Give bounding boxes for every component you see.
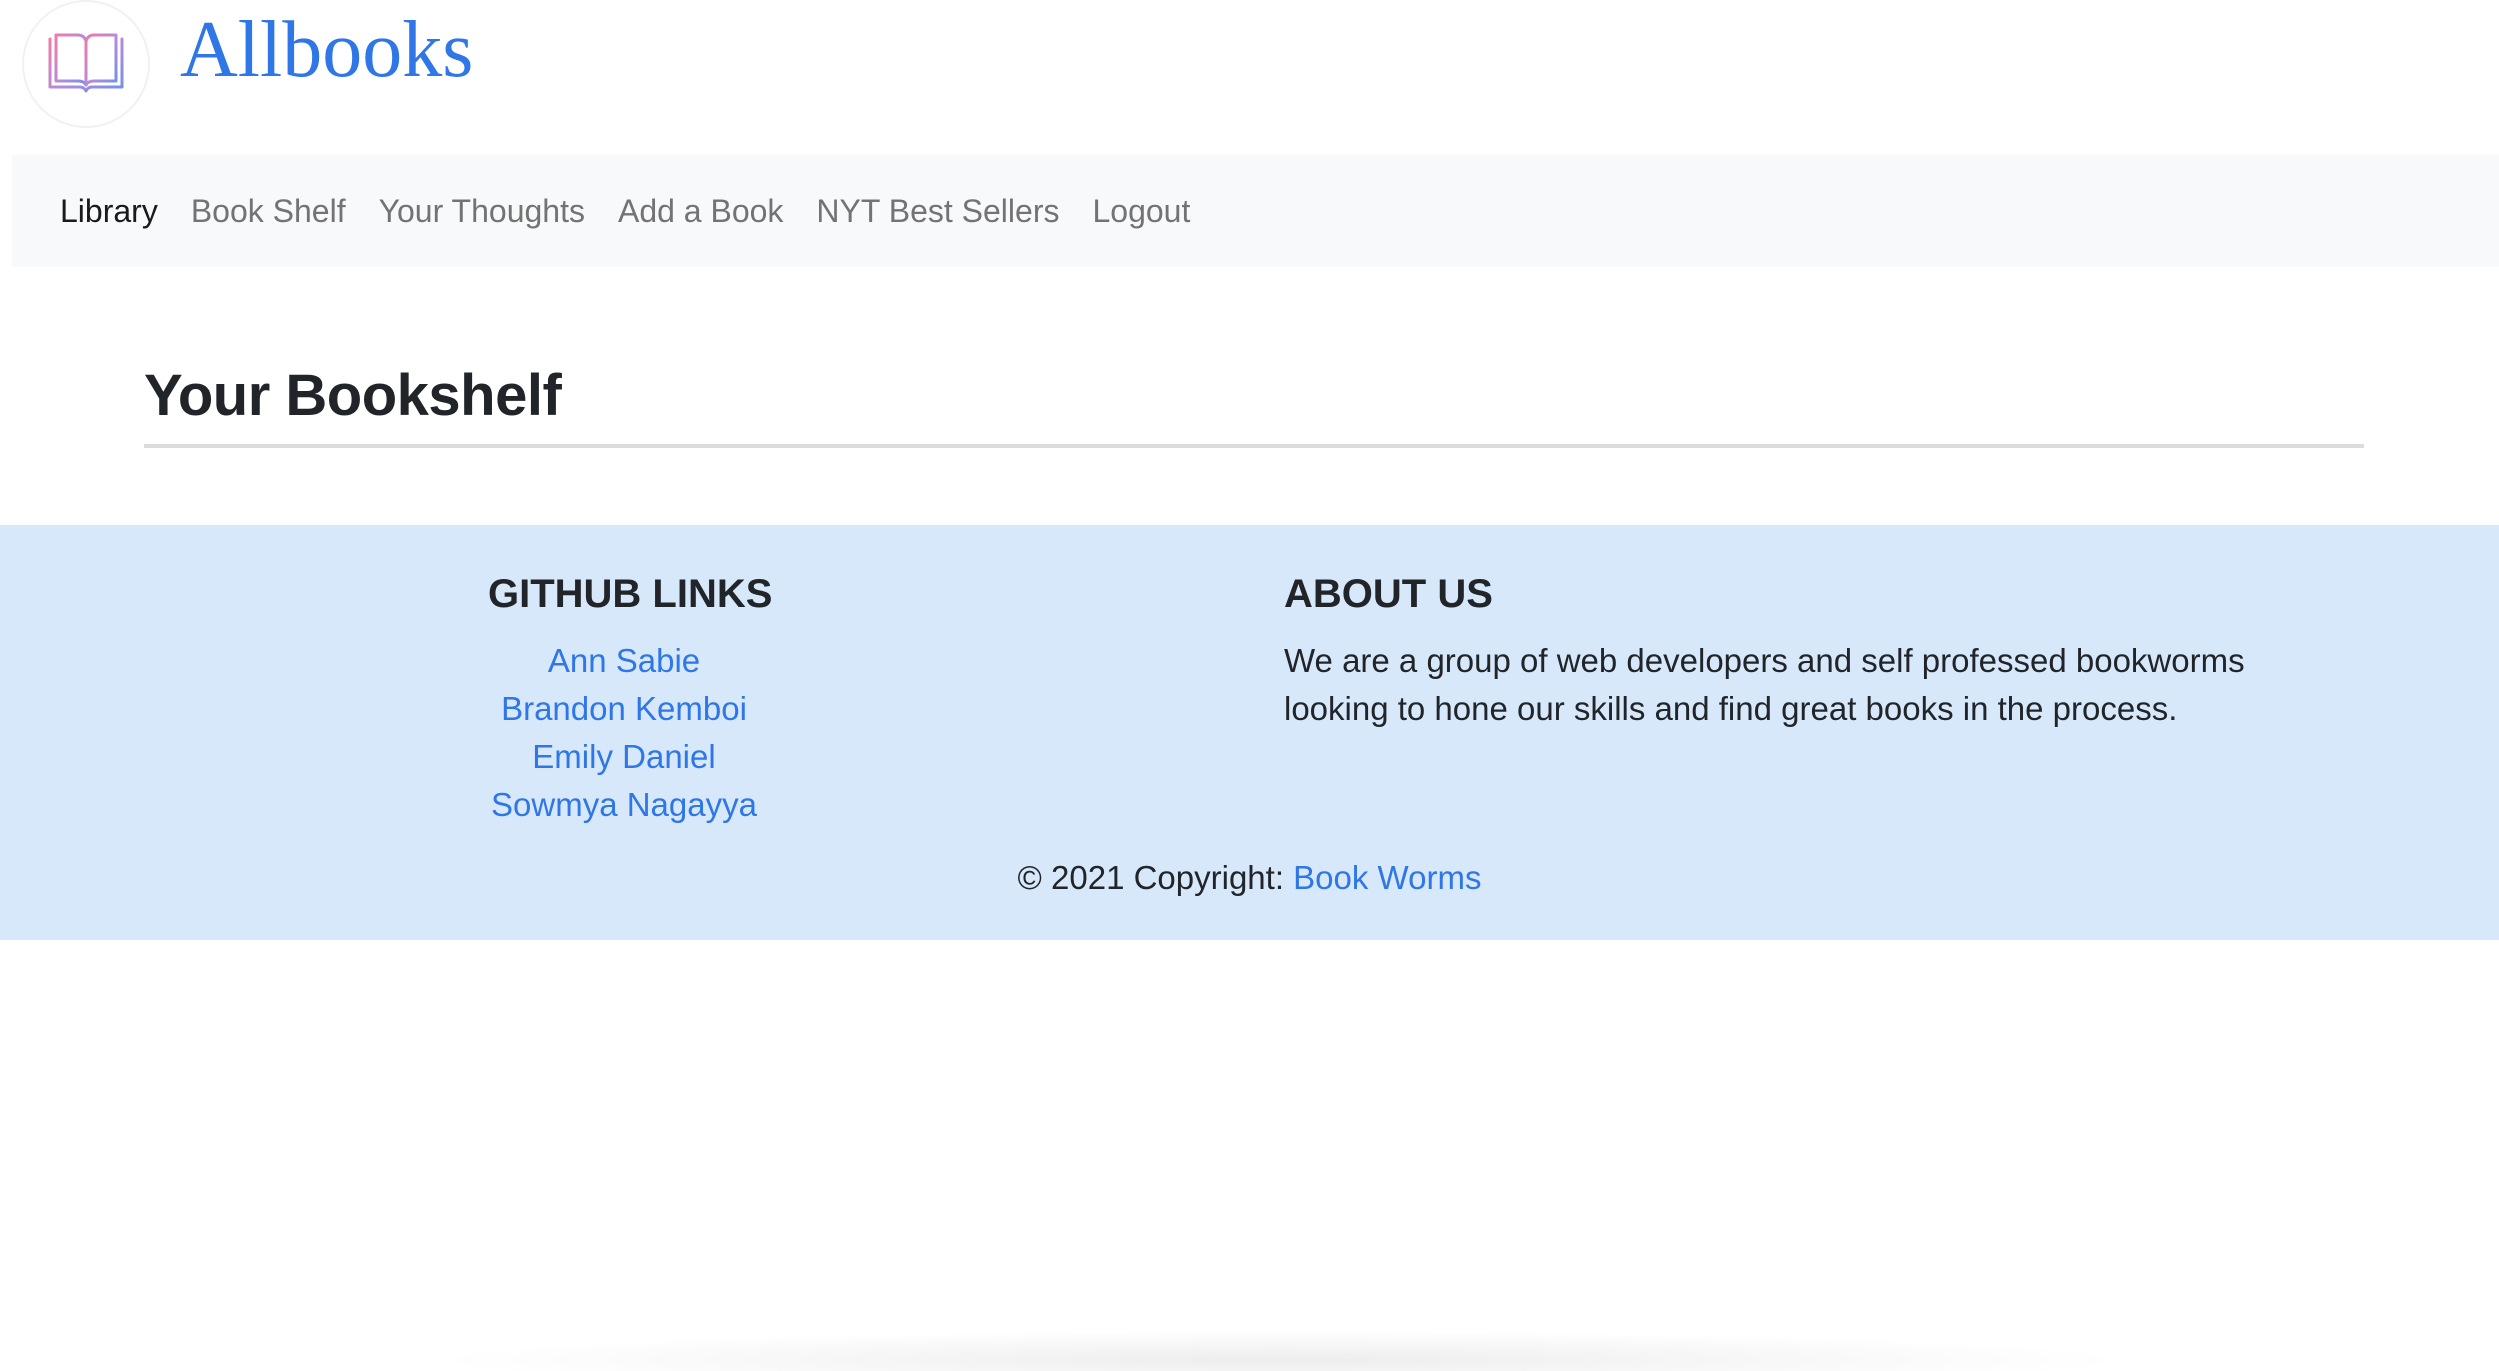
navbar: Library Book Shelf Your Thoughts Add a B… [12,155,2499,267]
open-book-icon[interactable] [24,2,148,126]
nav-item-nyt-best-sellers[interactable]: NYT Best Sellers [816,193,1059,230]
github-link-brandon-kemboi[interactable]: Brandon Kemboi [501,685,747,733]
copyright-link[interactable]: Book Worms [1293,859,1481,896]
footer: GITHUB LINKS Ann Sabie Brandon Kemboi Em… [0,525,2499,940]
about-us-heading: ABOUT US [1284,572,1493,616]
page-title: Your Bookshelf [144,363,562,428]
copyright-text: © 2021 Copyright: [1017,859,1294,896]
nav-item-logout[interactable]: Logout [1092,193,1190,230]
nav-item-your-thoughts[interactable]: Your Thoughts [379,193,585,230]
about-us-text: We are a group of web developers and sel… [1284,642,2245,727]
nav-item-library[interactable]: Library [60,193,158,230]
copyright: © 2021 Copyright: Book Worms [0,859,2499,897]
bottom-shadow [420,1330,2140,1371]
github-link-sowmya-nagayya[interactable]: Sowmya Nagayya [491,781,757,829]
brand[interactable]: Allbooks [24,2,473,126]
title-divider [144,444,2364,448]
github-link-emily-daniel[interactable]: Emily Daniel [532,733,715,781]
page: Allbooks Library Book Shelf Your Thought… [0,0,2499,1371]
github-links-heading: GITHUB LINKS [488,572,773,616]
brand-name[interactable]: Allbooks [180,10,473,90]
nav-item-add-a-book[interactable]: Add a Book [618,193,783,230]
nav-item-book-shelf[interactable]: Book Shelf [191,193,346,230]
github-link-ann-sabie[interactable]: Ann Sabie [548,637,700,685]
github-links-list: Ann Sabie Brandon Kemboi Emily Daniel So… [424,637,824,829]
